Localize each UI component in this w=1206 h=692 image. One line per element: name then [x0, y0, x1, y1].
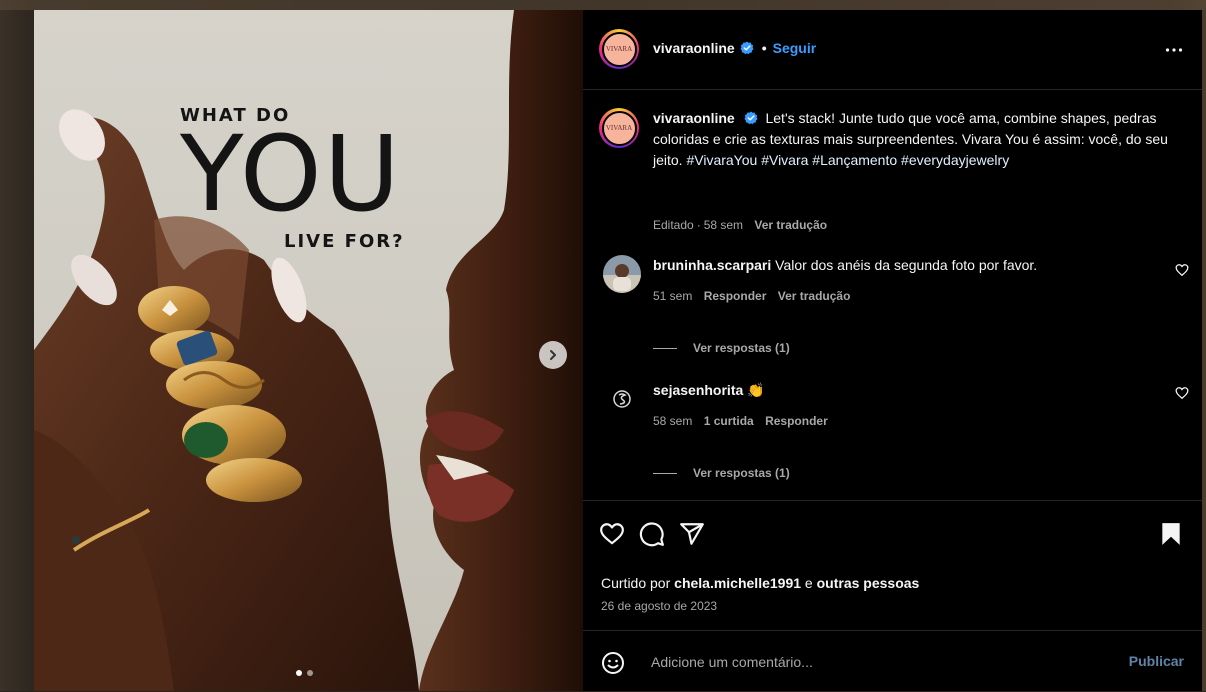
replies-divider	[653, 347, 677, 349]
likes-others-link[interactable]: outras pessoas	[817, 575, 920, 591]
likes-prefix: Curtido por	[601, 575, 671, 591]
avatar-logo: VIVARA	[601, 110, 637, 146]
caption-edited: Editado	[653, 218, 694, 232]
comment-meta: 51 sem Responder Ver tradução	[653, 289, 858, 303]
verified-badge-icon	[744, 111, 758, 125]
avatar-logo: VIVARA	[601, 31, 637, 67]
comment-username[interactable]: bruninha.scarpari	[653, 257, 771, 273]
add-comment-bar: Publicar	[583, 630, 1202, 692]
share-send-icon[interactable]	[679, 521, 705, 547]
commenter-logo	[613, 390, 631, 408]
author-avatar[interactable]: VIVARA	[599, 29, 639, 69]
carousel-indicator	[296, 670, 313, 676]
ad-headline-bottom: LIVE FOR?	[284, 231, 405, 252]
next-image-button[interactable]	[539, 341, 567, 369]
comment-bubble-icon[interactable]	[639, 521, 665, 547]
likes-connector: e	[804, 575, 813, 591]
ad-headline-main: YOU	[180, 113, 402, 235]
comment-text: Valor dos anéis da segunda foto por favo…	[775, 257, 1038, 273]
commenter-avatar[interactable]	[603, 255, 641, 293]
bookmark-saved-icon[interactable]	[1158, 521, 1184, 547]
comment-input[interactable]	[649, 649, 1103, 675]
chevron-right-icon	[550, 350, 556, 360]
header-separator: •	[761, 40, 767, 56]
caption-dot: ·	[696, 218, 701, 232]
post-modal: WHAT DO YOU LIVE FOR? VIVARA vivaraonlin…	[34, 10, 1202, 691]
comment-body: sejasenhorita 👏	[653, 380, 1153, 400]
caption-avatar[interactable]: VIVARA	[599, 108, 639, 148]
caption-hashtags[interactable]: #VivaraYou #Vivara #Lançamento #everyday…	[686, 152, 1009, 168]
follow-button[interactable]: Seguir	[773, 40, 817, 56]
verified-badge-icon	[740, 41, 754, 55]
likes-summary: Curtido por chela.michelle1991 e outras …	[601, 575, 919, 591]
author-info: vivaraonline • Seguir	[653, 40, 816, 56]
comment-meta: 58 sem 1 curtida Responder	[653, 414, 836, 428]
reply-link[interactable]: Responder	[704, 289, 767, 303]
view-replies-label: Ver respostas (1)	[693, 341, 790, 355]
caption-body: vivaraonline Let's stack! Junte tudo que…	[653, 108, 1183, 171]
comment-translate-link[interactable]: Ver tradução	[778, 289, 851, 303]
comment-age: 51 sem	[653, 289, 693, 303]
post-details-panel: VIVARA vivaraonline • Seguir VIVARA viva…	[583, 10, 1202, 691]
comment-age: 58 sem	[653, 414, 693, 428]
caption-age: 58 sem	[703, 218, 744, 232]
comment-body: bruninha.scarpari Valor dos anéis da seg…	[653, 255, 1153, 275]
view-replies-label: Ver respostas (1)	[693, 466, 790, 480]
likes-user-link[interactable]: chela.michelle1991	[674, 575, 801, 591]
comment-like-icon[interactable]	[1175, 263, 1189, 277]
caption-translate-link[interactable]: Ver tradução	[754, 218, 827, 232]
comment-likes-count[interactable]: 1 curtida	[704, 414, 754, 428]
like-heart-icon[interactable]	[599, 521, 625, 547]
backdrop-strip	[0, 0, 1206, 10]
publish-button[interactable]: Publicar	[1129, 653, 1184, 669]
post-media: WHAT DO YOU LIVE FOR?	[34, 10, 583, 691]
more-options-icon[interactable]	[1164, 40, 1184, 60]
post-actions: Curtido por chela.michelle1991 e outras …	[583, 500, 1202, 631]
comment-username[interactable]: sejasenhorita	[653, 382, 743, 398]
author-username[interactable]: vivaraonline	[653, 40, 735, 56]
emoji-picker-icon[interactable]	[601, 651, 625, 675]
post-header: VIVARA vivaraonline • Seguir	[583, 10, 1202, 90]
caption-meta: Editado · 58 sem Ver tradução	[653, 218, 835, 232]
replies-divider	[653, 472, 677, 474]
view-replies-button[interactable]: Ver respostas (1)	[653, 466, 790, 480]
reply-link[interactable]: Responder	[765, 414, 828, 428]
commenter-photo	[603, 255, 641, 293]
view-replies-button[interactable]: Ver respostas (1)	[653, 341, 790, 355]
carousel-dot-active	[296, 670, 302, 676]
caption-username[interactable]: vivaraonline	[653, 110, 735, 126]
post-date: 26 de agosto de 2023	[601, 599, 718, 613]
commenter-avatar[interactable]	[603, 380, 641, 418]
comment-like-icon[interactable]	[1175, 386, 1189, 400]
carousel-dot	[307, 670, 313, 676]
comment-text: 👏	[747, 382, 765, 398]
